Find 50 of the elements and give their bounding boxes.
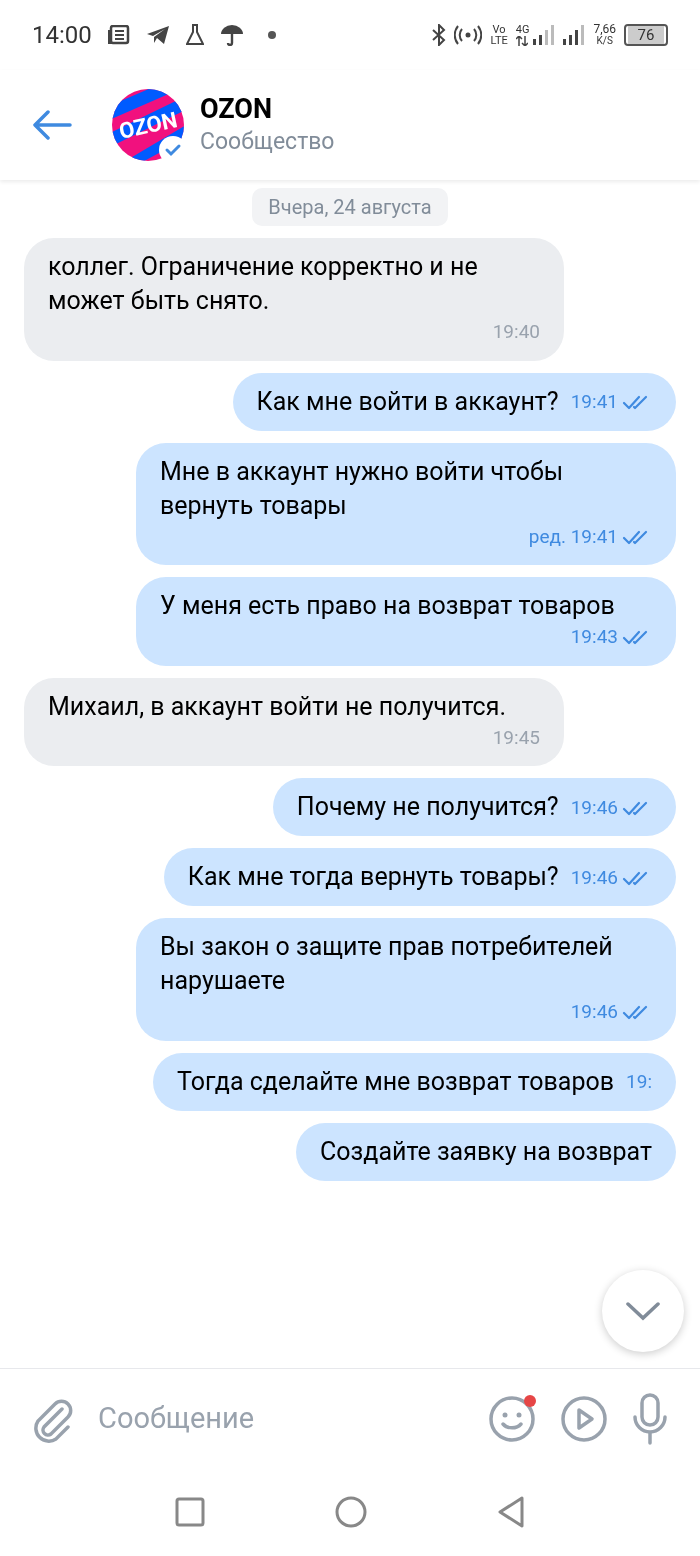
network-label: 4G bbox=[515, 24, 530, 36]
chat-title: OZON bbox=[200, 92, 274, 126]
date-pill: Вчера, 24 августа bbox=[252, 188, 448, 226]
speed-unit: K/S bbox=[596, 35, 613, 47]
hotspot-icon bbox=[454, 25, 483, 45]
dot-icon bbox=[267, 31, 276, 39]
volte-label: Vo bbox=[492, 24, 506, 35]
chat-subtitle: Сообщество bbox=[200, 127, 335, 157]
flask-icon bbox=[185, 24, 204, 46]
recent-apps-icon[interactable] bbox=[175, 1497, 205, 1527]
message-text: Михаил, в аккаунт войти не получится. bbox=[48, 690, 507, 723]
microphone-icon[interactable] bbox=[632, 1392, 668, 1445]
smiley-icon[interactable] bbox=[488, 1394, 536, 1443]
message-text: Мне в аккаунт нужно войти чтобы вернуть товары bbox=[160, 455, 565, 522]
message-text: Вы закон о защите прав потребителей нарушаете bbox=[160, 931, 614, 997]
speed-value: 7,66 bbox=[593, 23, 616, 35]
message-text: Почему не получится? bbox=[296, 791, 559, 823]
back-icon[interactable] bbox=[497, 1496, 525, 1528]
avatar[interactable]: OZON bbox=[112, 89, 184, 161]
news-icon bbox=[107, 25, 130, 45]
volte-label: LTE bbox=[490, 35, 508, 46]
battery-level: 76 bbox=[628, 26, 664, 44]
message-text: коллег. Ограничение корректно и не может быть снято. bbox=[48, 251, 479, 317]
message-text: Тогда сделайте мне возврат товаров bbox=[177, 1065, 615, 1098]
play-circle-icon[interactable] bbox=[560, 1394, 608, 1443]
message-time: 19:41 bbox=[570, 389, 618, 415]
scroll-down-button[interactable] bbox=[602, 1270, 684, 1352]
bluetooth-icon bbox=[432, 24, 447, 46]
message-text: Создайте заявку на возврат bbox=[320, 1135, 652, 1168]
data-arrows-icon bbox=[515, 36, 528, 46]
chevron-down-icon bbox=[626, 1301, 660, 1321]
message-time: ред. 19:41 bbox=[528, 523, 618, 550]
back-arrow-icon[interactable] bbox=[32, 110, 72, 140]
signal-icon bbox=[533, 24, 556, 46]
paper-plane-icon bbox=[145, 25, 170, 45]
message-time: 19:46 bbox=[570, 794, 618, 821]
message-text: У меня есть право на возврат товаров bbox=[160, 590, 615, 622]
message-text: Как мне тогда вернуть товары? bbox=[187, 861, 559, 893]
home-icon[interactable] bbox=[335, 1496, 367, 1528]
message-time: 19:45 bbox=[492, 724, 540, 751]
signal-icon bbox=[563, 24, 586, 46]
message-text: Как мне войти в аккаунт? bbox=[256, 385, 559, 418]
message-time: 19:43 bbox=[570, 624, 618, 650]
message-time: 19:46 bbox=[570, 864, 618, 891]
clock: 14:00 bbox=[32, 20, 92, 51]
message-time: 19:46 bbox=[570, 999, 618, 1025]
umbrella-icon bbox=[219, 24, 244, 46]
message-input[interactable]: Сообщение bbox=[98, 1396, 464, 1441]
message-time: 19: bbox=[626, 1069, 652, 1095]
message-time: 19:40 bbox=[492, 319, 540, 345]
